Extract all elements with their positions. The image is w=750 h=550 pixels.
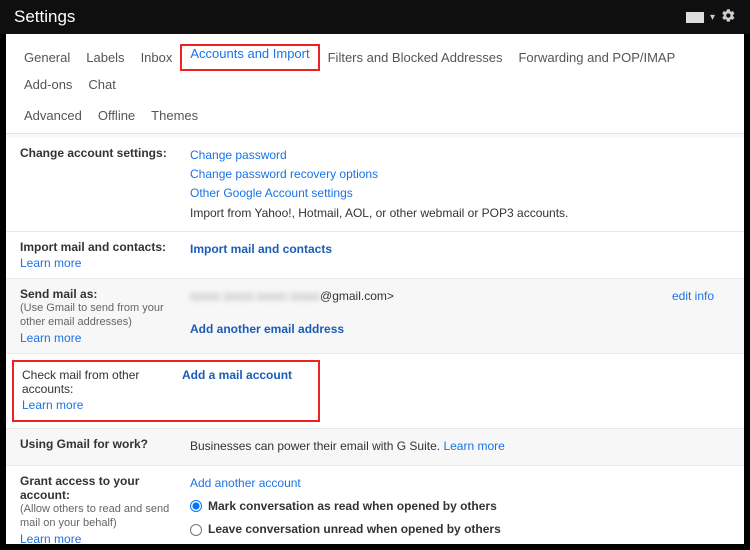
- work-label: Using Gmail for work?: [20, 437, 148, 451]
- check-mail-learn-more[interactable]: Learn more: [22, 398, 182, 412]
- tab-accounts-import[interactable]: Accounts and Import: [182, 40, 317, 67]
- work-desc: Businesses can power their email with G …: [190, 439, 443, 453]
- gear-icon[interactable]: [721, 8, 736, 26]
- section-grant-access: Grant access to your account: (Allow oth…: [6, 466, 744, 544]
- highlight-accounts-tab: Accounts and Import: [180, 44, 319, 71]
- tab-inbox[interactable]: Inbox: [133, 44, 181, 71]
- tab-addons[interactable]: Add-ons: [16, 71, 80, 98]
- change-password-link[interactable]: Change password: [190, 148, 287, 162]
- tab-filters[interactable]: Filters and Blocked Addresses: [320, 44, 511, 71]
- import-mail-label: Import mail and contacts:: [20, 240, 166, 254]
- section-gmail-work: Using Gmail for work? Businesses can pow…: [6, 429, 744, 465]
- send-as-sub: (Use Gmail to send from your other email…: [20, 301, 182, 330]
- add-mail-account-link[interactable]: Add a mail account: [182, 368, 292, 382]
- tab-offline[interactable]: Offline: [90, 102, 143, 129]
- check-mail-label: Check mail from other accounts:: [22, 368, 139, 396]
- import-mail-action[interactable]: Import mail and contacts: [190, 242, 332, 256]
- tab-labels[interactable]: Labels: [78, 44, 132, 71]
- grant-label: Grant access to your account:: [20, 474, 139, 502]
- leave-unread-radio[interactable]: [190, 524, 202, 536]
- edit-info-link[interactable]: edit info: [672, 287, 714, 306]
- tab-advanced[interactable]: Advanced: [16, 102, 90, 129]
- work-learn-more[interactable]: Learn more: [443, 439, 504, 453]
- tab-general[interactable]: General: [16, 44, 78, 71]
- section-send-mail-as: Send mail as: (Use Gmail to send from yo…: [6, 279, 744, 355]
- flag-icon: [686, 12, 704, 23]
- leave-unread-label: Leave conversation unread when opened by…: [208, 520, 501, 539]
- dropdown-caret-icon[interactable]: ▾: [710, 12, 715, 23]
- settings-page: General Labels Inbox Accounts and Import…: [6, 34, 744, 544]
- tabs-bar: General Labels Inbox Accounts and Import…: [6, 34, 744, 134]
- add-email-address-link[interactable]: Add another email address: [190, 322, 344, 336]
- import-desc-text: Import from Yahoo!, Hotmail, AOL, or oth…: [190, 204, 730, 223]
- send-as-label: Send mail as:: [20, 287, 97, 301]
- mark-read-label: Mark conversation as read when opened by…: [208, 497, 497, 516]
- tab-chat[interactable]: Chat: [80, 71, 123, 98]
- highlight-check-mail: Check mail from other accounts: Learn mo…: [12, 360, 320, 422]
- section-change-account: Change account settings: Change password…: [6, 138, 744, 232]
- section-import-mail: Import mail and contacts: Learn more Imp…: [6, 232, 744, 279]
- section-check-mail: Check mail from other accounts: Learn mo…: [6, 354, 744, 429]
- add-another-account-link[interactable]: Add another account: [190, 476, 301, 490]
- topbar: Settings ▾: [0, 0, 750, 34]
- grant-sub: (Allow others to read and send mail on y…: [20, 502, 182, 531]
- tab-forwarding[interactable]: Forwarding and POP/IMAP: [510, 44, 683, 71]
- mark-read-radio[interactable]: [190, 500, 202, 512]
- other-google-settings-link[interactable]: Other Google Account settings: [190, 186, 353, 200]
- send-as-address-blurred: xxxxx xxxxx xxxxx xxxxx: [190, 287, 320, 306]
- send-as-suffix: @gmail.com>: [320, 289, 394, 303]
- change-recovery-link[interactable]: Change password recovery options: [190, 167, 378, 181]
- tab-themes[interactable]: Themes: [143, 102, 206, 129]
- import-learn-more[interactable]: Learn more: [20, 256, 182, 270]
- change-account-label: Change account settings:: [20, 146, 167, 160]
- page-title: Settings: [14, 7, 75, 27]
- send-as-learn-more[interactable]: Learn more: [20, 331, 182, 345]
- grant-learn-more[interactable]: Learn more: [20, 532, 182, 544]
